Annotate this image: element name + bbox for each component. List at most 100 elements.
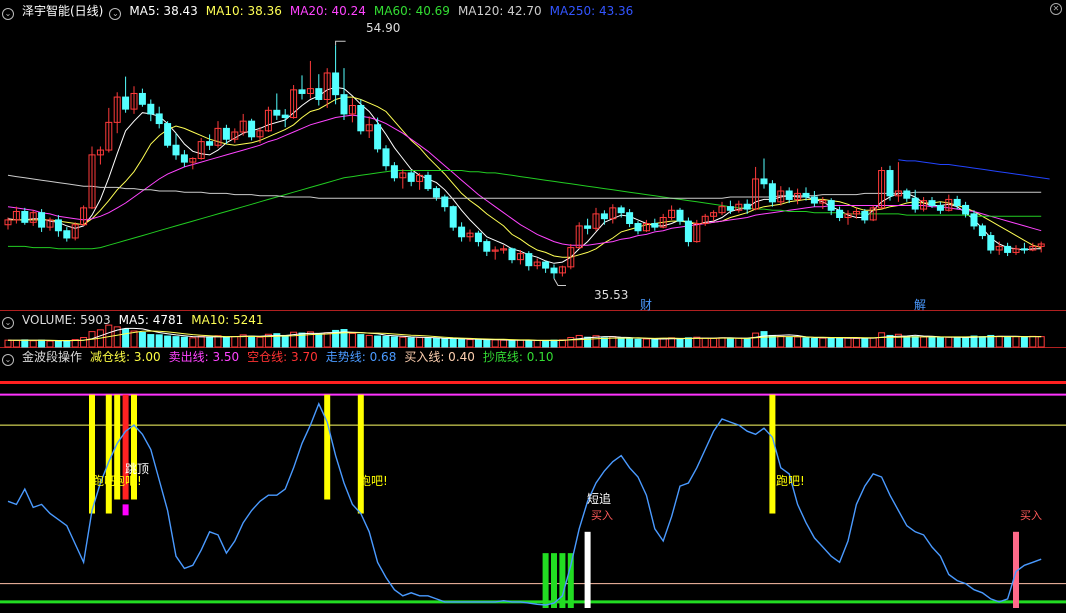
volume-bar: [281, 334, 289, 348]
mairu-label-2: 买入: [1020, 509, 1042, 522]
candle-body: [886, 170, 894, 197]
level-maichu: 卖出线: 3.50: [168, 350, 240, 364]
chart-canvas[interactable]: [0, 0, 1066, 613]
volume-bar: [147, 334, 155, 348]
candle-body: [676, 209, 684, 222]
volume-bar: [483, 339, 491, 348]
volume-bar: [407, 337, 415, 348]
volume-bar: [794, 336, 802, 348]
level-zoushi: 走势线: 0.68: [325, 350, 397, 364]
ma-line-ma120: [7, 174, 1042, 199]
high-price-pointer: [335, 40, 346, 46]
close-icon[interactable]: ✕: [1050, 3, 1062, 15]
candle-body: [785, 190, 793, 200]
candle-body: [357, 105, 365, 132]
volume-bar: [21, 339, 29, 348]
volume-collapse-icon[interactable]: ⌄: [2, 317, 14, 329]
volume-bar: [256, 336, 264, 348]
volume-bar: [164, 335, 172, 348]
volume-panel-header: ⌄ VOLUME: 5903 MA5: 4781 MA10: 5241: [2, 312, 271, 329]
volume-bar: [231, 336, 239, 348]
level-chaodi: 抄底线: 0.10: [482, 350, 554, 364]
ma5-value: MA5: 38.43: [129, 4, 198, 18]
indicator-panel-header: ⌄ 金波段操作 减仓线: 3.00 卖出线: 3.50 空仓线: 3.70 走势线: 0.…: [2, 349, 561, 366]
candle-body: [978, 225, 986, 237]
candle-body: [634, 223, 642, 232]
volume-bar: [995, 335, 1003, 348]
panel-settings-icon[interactable]: ⌄: [109, 8, 122, 20]
volume-bar: [878, 332, 886, 348]
ma-line-ma20: [7, 114, 1042, 246]
cai-marker[interactable]: 财: [640, 296, 652, 313]
candle-body: [584, 225, 592, 229]
mairu-label-1: 买入: [591, 509, 613, 522]
candle-body: [987, 235, 995, 251]
stock-title: 泽宇智能(日线): [22, 4, 104, 18]
ma60-value: MA60: 40.69: [373, 4, 450, 18]
volume-bar: [348, 332, 356, 348]
volume-bar: [836, 337, 844, 348]
volume-bar: [315, 333, 323, 348]
volume-ma10-value: MA10: 5241: [191, 313, 264, 327]
buy-signal-bar: [567, 553, 574, 608]
volume-bar: [542, 340, 550, 348]
candle-body: [550, 267, 558, 274]
volume-bar: [441, 338, 449, 348]
candle-body: [441, 196, 449, 208]
indicator-title: 金波段操作: [22, 350, 83, 364]
candle-body: [474, 232, 482, 243]
candle-body: [903, 190, 911, 199]
volume-bar: [945, 336, 953, 348]
low-price-label: 35.53: [594, 288, 629, 302]
volume-bar: [928, 336, 936, 348]
candle-body: [180, 154, 188, 163]
volume-value: VOLUME: 5903: [22, 313, 111, 327]
candle-body: [953, 198, 961, 206]
candle-body: [970, 213, 978, 227]
volume-bar: [710, 337, 718, 348]
candle-body: [810, 196, 818, 204]
volume-bar: [458, 338, 466, 348]
candle-body: [458, 226, 466, 238]
candle-body: [726, 206, 734, 211]
volume-bar: [525, 340, 533, 348]
candle-body: [684, 220, 692, 243]
indicator-collapse-icon[interactable]: ⌄: [2, 354, 14, 366]
collapse-icon[interactable]: ⌄: [2, 8, 14, 20]
volume-bar: [1020, 336, 1028, 348]
sell-signal-bar: [324, 394, 331, 500]
candle-body: [743, 203, 751, 210]
buy-signal-bar: [542, 553, 549, 608]
ma250-value: MA250: 43.36: [549, 4, 634, 18]
volume-bar: [54, 340, 62, 348]
candle-body: [928, 200, 936, 206]
candle-body: [936, 204, 944, 211]
volume-bar: [718, 337, 726, 348]
volume-bar: [802, 337, 810, 348]
volume-bar: [978, 336, 986, 348]
candle-body: [298, 89, 306, 94]
level-jiancang: 减仓线: 3.00: [90, 350, 161, 364]
volume-bar: [760, 331, 768, 348]
candle-body: [63, 230, 71, 239]
volume-bar: [222, 336, 230, 348]
volume-bar: [752, 332, 760, 348]
volume-bar: [659, 337, 667, 348]
sell-signal-bar: [769, 394, 776, 514]
volume-bar: [172, 336, 180, 348]
candle-body: [315, 88, 323, 100]
volume-bar: [869, 337, 877, 348]
volume-bar: [424, 337, 432, 348]
ma20-value: MA20: 40.24: [289, 4, 366, 18]
volume-bar: [29, 340, 37, 348]
candle-body: [1004, 245, 1012, 253]
volume-bar: [46, 340, 54, 348]
candle-body: [424, 174, 432, 190]
jie-marker[interactable]: 解: [914, 296, 926, 313]
volume-bar: [138, 331, 146, 348]
candle-body: [768, 183, 776, 203]
volume-bar: [903, 335, 911, 348]
candle-body: [861, 210, 869, 221]
volume-bar: [962, 336, 970, 348]
volume-bar: [382, 335, 390, 348]
